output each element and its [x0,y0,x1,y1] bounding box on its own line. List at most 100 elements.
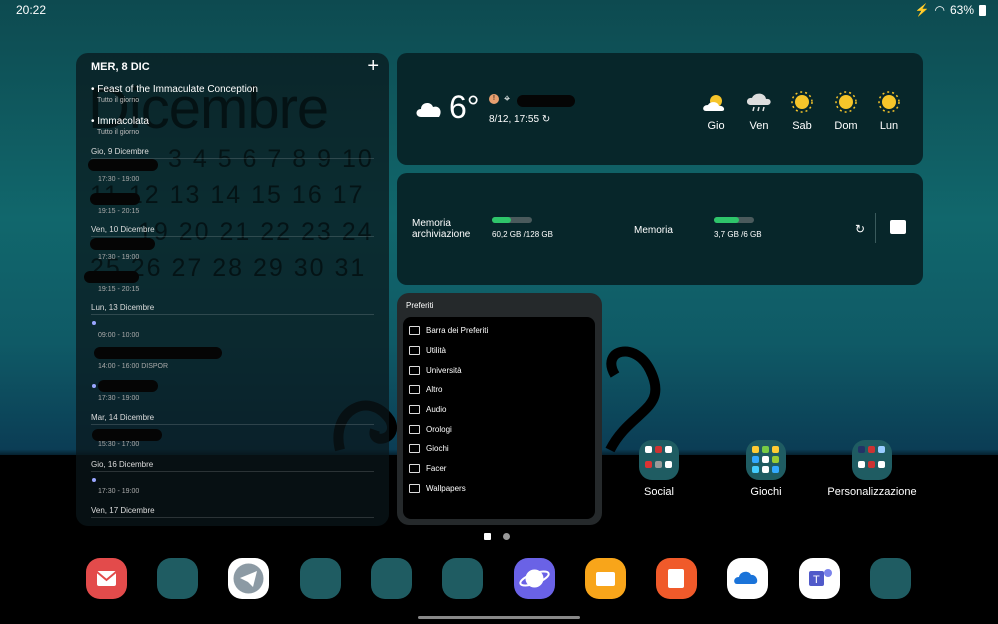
gesture-bar[interactable] [418,616,580,619]
folder-app-icon[interactable] [442,558,483,599]
event-time[interactable]: 17:30 - 19:00 [98,176,139,183]
event-item[interactable]: • Feast of the Immaculate Conception Tut… [91,84,258,104]
storage-bar [492,217,532,223]
internet-app-icon[interactable] [514,558,555,599]
storage-label-line: Memoria [412,218,451,229]
mute-icon: ⚡ [914,3,930,17]
event-dot [92,384,96,388]
event-time[interactable]: 09:00 - 10:00 [98,332,139,339]
event-time[interactable]: 19:15 - 20:15 [98,208,139,215]
folder-app-icon[interactable] [870,558,911,599]
customization-folder[interactable] [852,440,892,480]
sun-icon [878,91,900,113]
day-header: Lun, 13 Dicembre [91,303,374,315]
event-time: Tutto il giorno [97,97,140,104]
folder-app-icon[interactable] [157,558,198,599]
refresh-icon[interactable]: ↻ [542,114,550,125]
favourite-label: Audio [426,404,447,414]
sun-icon [791,91,813,113]
favourite-label: Wallpapers [426,483,466,493]
redacted-block [94,347,222,359]
event-time[interactable]: 15:30 - 17:00 [98,441,139,448]
favourites-widget[interactable]: Preferiti Barra dei Preferiti Utilità Un… [397,293,602,525]
forecast-day: Sab [785,91,819,132]
forecast-day: Gio [699,91,733,132]
forecast-day-label: Dom [834,120,858,132]
rain-cloud-icon [746,93,771,112]
favourite-item[interactable]: Audio [409,402,446,416]
telegram-app-icon[interactable] [228,558,269,599]
update-time: 8/12, 17:55 [489,114,540,125]
files-app-icon[interactable] [585,558,626,599]
social-folder[interactable] [639,440,679,480]
calendar-widget[interactable]: Dicembre 3 4 5 6 7 8 9 10 11 12 13 14 15… [76,53,389,526]
day-header: Mar, 14 Dicembre [91,413,374,425]
wifi-icon: ◠ [934,3,945,17]
event-time[interactable]: 17:30 - 19:00 [98,254,139,261]
forecast-day-label: Ven [749,120,769,132]
storage-value: 60,2 GB /128 GB [492,230,553,239]
memory-widget[interactable]: Memoria archiviazione 60,2 GB /128 GB Me… [397,173,923,285]
day-header: Ven, 17 Dicembre [91,506,374,518]
folder-icon [409,365,420,375]
event-dot [92,478,96,482]
games-folder[interactable] [746,440,786,480]
event-time[interactable]: 19:15 - 20:15 [98,286,139,293]
favourite-item[interactable]: Facer [409,461,446,475]
redacted-block [90,193,140,205]
forecast-day-label: Gio [707,120,725,132]
favourites-title: Preferiti [406,301,434,310]
storage-label-line: archiviazione [412,229,471,240]
favourite-item[interactable]: Orologi [409,422,452,436]
divider [875,213,876,243]
folder-app-icon[interactable] [371,558,412,599]
favourite-item[interactable]: Utilità [409,343,446,357]
event-time[interactable]: 14:00 - 16:00 DISPOR [98,363,168,370]
event-time[interactable]: 17:30 - 19:00 [98,488,139,495]
favourite-item[interactable]: Wallpapers [409,481,466,495]
favourite-item[interactable]: Altro [409,382,442,396]
dock: T [0,558,998,600]
folder-icon [409,325,420,335]
refresh-icon[interactable]: ↻ [855,222,865,236]
favourite-label: Utilità [426,345,447,355]
event-time[interactable]: 17:30 - 19:00 [98,395,139,402]
ram-bar-fill [714,217,739,223]
folder-label: Personalizzazione [827,486,917,498]
current-temperature: 6° [449,89,480,125]
favourite-label: Facer [426,463,447,473]
folder-icon [409,424,420,434]
event-dot [92,321,96,325]
folder-icon [409,463,420,473]
clean-memory-button[interactable] [890,220,906,234]
teams-app-icon[interactable]: T [799,558,840,599]
battery-level: 63% [949,3,974,17]
home-page-icon [484,533,491,540]
day-header: Ven, 10 Dicembre [91,225,374,237]
day-header: Gio, 9 Dicembre [91,147,374,159]
forecast-day: Lun [872,91,906,132]
ram-bar [714,217,754,223]
battery-icon [979,4,986,16]
weather-widget[interactable]: 6° ! ⌖ 8/12, 17:55 ↻ Gio Ven Sab Dom Lun [397,53,923,165]
folder-icon [409,483,420,493]
status-bar: 20:22 ⚡ ◠ 63% [0,0,998,20]
page-indicator[interactable] [484,533,510,540]
clock: 20:22 [16,3,47,17]
folder-label: Social [644,486,674,498]
onedrive-app-icon[interactable] [727,558,768,599]
redacted-block [84,271,139,283]
favourite-item[interactable]: Giochi [409,441,449,455]
ram-value: 3,7 GB /6 GB [714,230,762,239]
add-event-button[interactable]: + [367,55,379,78]
favourite-item[interactable]: Barra dei Preferiti [409,323,488,337]
folder-icon [409,443,420,453]
storage-label: Memoria archiviazione [412,218,470,240]
notes-app-icon[interactable] [656,558,697,599]
folder-app-icon[interactable] [300,558,341,599]
alert-icon: ! [489,94,499,104]
redacted-block [92,429,162,441]
mail-app-icon[interactable] [86,558,127,599]
favourite-item[interactable]: Università [409,363,462,377]
event-item[interactable]: • Immacolata Tutto il giorno [91,116,149,136]
